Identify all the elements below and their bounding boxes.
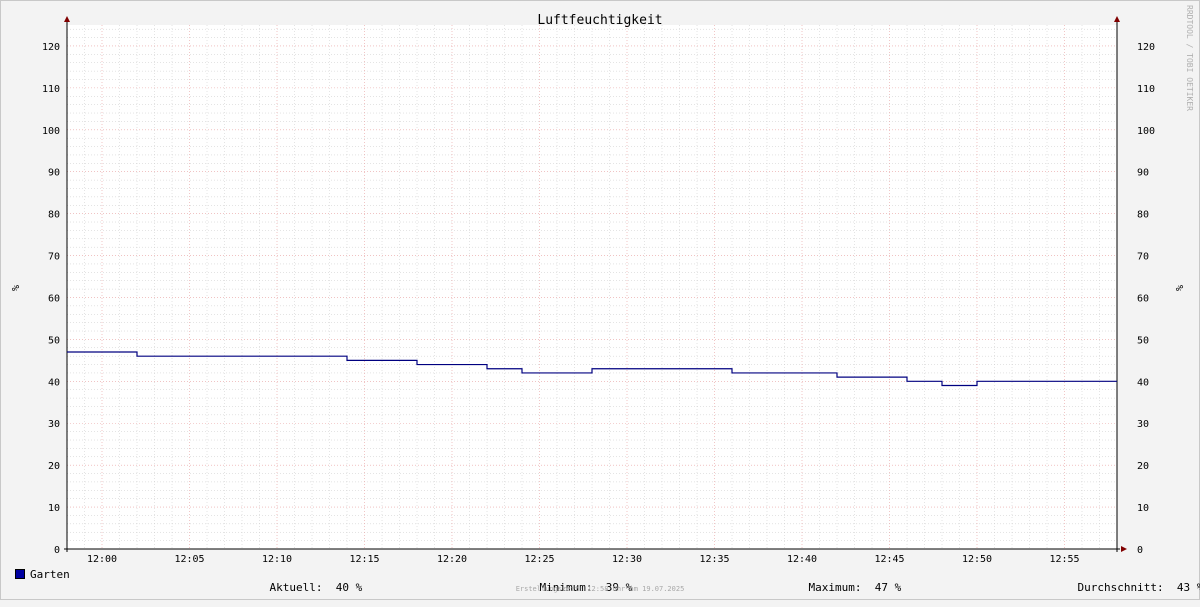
y-tick-label: 40: [1137, 377, 1149, 388]
y-tick-label: 50: [1137, 335, 1149, 346]
x-tick-label: 12:20: [437, 554, 467, 565]
x-tick-label: 12:25: [524, 554, 554, 565]
chart-title: Luftfeuchtigkeit: [537, 13, 662, 28]
y-tick-label: 0: [54, 545, 60, 556]
x-tick-label: 12:15: [349, 554, 379, 565]
x-tick-label: 12:05: [174, 554, 204, 565]
y-tick-label: 90: [1137, 168, 1149, 179]
x-tick-label: 12:00: [87, 554, 117, 565]
x-axis-arrow: [1121, 546, 1127, 552]
y-tick-label: 20: [1137, 461, 1149, 472]
y-tick-label: 20: [48, 461, 60, 472]
x-tick-label: 12:10: [262, 554, 292, 565]
y-tick-label: 110: [42, 84, 60, 95]
x-tick-label: 12:35: [699, 554, 729, 565]
x-tick-labels: 12:00 12:05 12:10 12:15 12:20 12:25 12:30 12:35…: [87, 554, 1080, 565]
y-tick-label: 0: [1137, 545, 1143, 556]
legend: Garten Aktuell: 40 % Minimum: 39 % Maxim…: [0, 568, 1200, 594]
y-axis-label-right: %: [1173, 285, 1184, 291]
y-axis-arrow-right: [1114, 16, 1120, 22]
y-tick-label: 10: [48, 503, 60, 514]
x-tick-label: 12:45: [874, 554, 904, 565]
y-tick-label: 80: [48, 210, 60, 221]
chart-svg: 0 10 20 30 40 50 60 70 80 90 100 110 120 0 10 20 30 40 50…: [9, 5, 1194, 565]
x-tick-label: 12:55: [1049, 554, 1079, 565]
watermark: RRDTOOL / TOBI OETIKER: [1185, 5, 1194, 111]
y-axis-label-left: %: [9, 285, 20, 291]
y-tick-label: 30: [1137, 419, 1149, 430]
y-tick-label: 10: [1137, 503, 1149, 514]
y-tick-label: 60: [1137, 293, 1149, 304]
x-tick-label: 12:40: [787, 554, 817, 565]
y-tick-label: 120: [42, 42, 60, 53]
y-tick-label: 40: [48, 377, 60, 388]
y-tick-label: 90: [48, 168, 60, 179]
y-tick-label: 50: [48, 335, 60, 346]
x-tick-label: 12:50: [962, 554, 992, 565]
y-tick-label: 100: [42, 126, 60, 137]
y-tick-labels-right: 0 10 20 30 40 50 60 70 80 90 100 110 120: [1137, 42, 1155, 556]
y-tick-label: 70: [48, 252, 60, 263]
y-tick-label: 100: [1137, 126, 1155, 137]
y-tick-label: 70: [1137, 252, 1149, 263]
creation-time: Erstellungszeit: 12:58 Uhr am 19.07.2025: [515, 585, 685, 593]
y-axis-arrow-left: [64, 16, 70, 22]
y-tick-labels-left: 0 10 20 30 40 50 60 70 80 90 100 110 120: [42, 42, 60, 556]
y-tick-label: 30: [48, 419, 60, 430]
x-tick-label: 12:30: [612, 554, 642, 565]
legend-swatch: [15, 569, 25, 579]
y-tick-label: 80: [1137, 210, 1149, 221]
legend-series-name: Garten: [30, 568, 70, 581]
y-tick-label: 110: [1137, 84, 1155, 95]
y-tick-label: 60: [48, 293, 60, 304]
y-tick-label: 120: [1137, 42, 1155, 53]
